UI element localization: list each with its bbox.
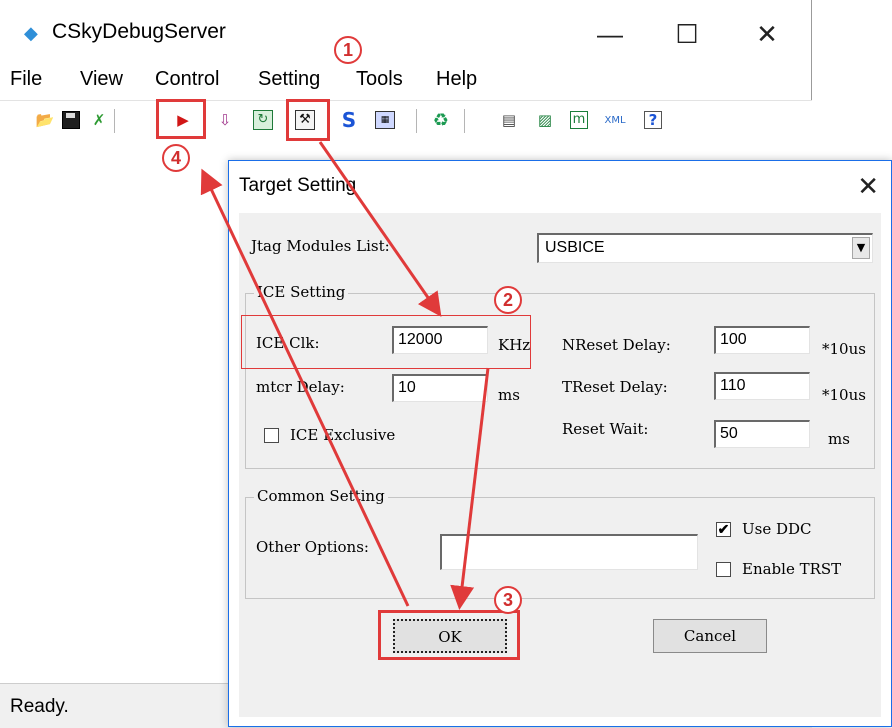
menu-view[interactable]: View	[80, 68, 123, 91]
nreset-delay-label: NReset Delay:	[562, 336, 671, 354]
status-text: Ready.	[10, 696, 69, 717]
treset-delay-label: TReset Delay:	[562, 378, 668, 396]
jtag-modules-select[interactable]: USBICE ▼	[537, 233, 873, 263]
dialog-close-button[interactable]: ✕	[857, 171, 879, 202]
ice-clk-highlight-box	[241, 315, 531, 369]
common-setting-title: Common Setting	[254, 487, 388, 505]
menu-tools[interactable]: Tools	[356, 68, 403, 91]
title-bar[interactable]: ◆ CSkyDebugServer — ☐ ✕	[0, 0, 812, 64]
use-ddc-label: Use DDC	[742, 520, 812, 538]
help-icon[interactable]: ♻	[428, 107, 454, 133]
chevron-down-icon[interactable]: ▼	[852, 237, 870, 259]
close-button[interactable]: ✕	[742, 14, 792, 54]
toolbar: 📂 ✗ ▶ ⇩ ↻ ⚒ S ▦ ♻ ▤ ▨ m XML ?	[0, 100, 812, 146]
minimize-button[interactable]: —	[585, 14, 635, 54]
app-icon: ◆	[24, 23, 38, 43]
dialog-body: Jtag Modules List: USBICE ▼ ICE Setting …	[239, 213, 881, 717]
save-icon[interactable]	[58, 107, 84, 133]
disconnect-icon[interactable]: ✗	[86, 107, 112, 133]
toolbar-separator	[114, 109, 116, 133]
other-options-input[interactable]	[440, 534, 698, 570]
m-icon[interactable]: m	[566, 107, 592, 133]
treset-delay-input[interactable]: 110	[714, 372, 810, 400]
dialog-title: Target Setting	[239, 175, 357, 196]
jtag-modules-value: USBICE	[545, 239, 605, 256]
other-options-label: Other Options:	[256, 538, 369, 556]
mtcr-delay-unit: ms	[498, 386, 520, 404]
toolbar-separator	[464, 109, 466, 133]
reset-wait-input[interactable]: 50	[714, 420, 810, 448]
refresh-icon[interactable]: ↻	[250, 107, 276, 133]
nreset-delay-input[interactable]: 100	[714, 326, 810, 354]
reset-wait-unit: ms	[828, 430, 850, 448]
menu-control[interactable]: Control	[155, 68, 219, 91]
maximize-button[interactable]: ☐	[662, 14, 712, 54]
xml-icon[interactable]: XML	[602, 107, 628, 133]
ice-exclusive-checkbox[interactable]	[264, 428, 279, 443]
about-icon[interactable]: ?	[640, 107, 666, 133]
menu-setting[interactable]: Setting	[258, 68, 320, 91]
step-badge-2: 2	[494, 286, 522, 314]
registers-icon[interactable]: ▤	[496, 107, 522, 133]
window-title: CSkyDebugServer	[52, 20, 226, 43]
ok-highlight-box	[378, 610, 520, 660]
ice-exclusive-label: ICE Exclusive	[290, 426, 396, 444]
download-icon[interactable]: ⇩	[212, 107, 238, 133]
enable-trst-checkbox[interactable]	[716, 562, 731, 577]
menu-help[interactable]: Help	[436, 68, 477, 91]
toolbar-separator	[416, 109, 418, 133]
run-highlight-box	[156, 99, 206, 139]
treset-delay-unit: *10us	[822, 386, 866, 404]
target-setting-highlight-box	[286, 99, 330, 141]
enable-trst-label: Enable TRST	[742, 560, 842, 578]
chart-icon[interactable]: ▨	[532, 107, 558, 133]
ice-setting-title: ICE Setting	[254, 283, 349, 301]
memory-icon[interactable]: ▦	[372, 107, 398, 133]
step-badge-3: 3	[494, 586, 522, 614]
mtcr-delay-input[interactable]: 10	[392, 374, 488, 402]
mtcr-delay-label: mtcr Delay:	[256, 378, 345, 396]
s-icon[interactable]: S	[336, 107, 362, 133]
menu-bar: File View Control Setting Tools Help	[0, 64, 812, 94]
step-badge-4: 4	[162, 144, 190, 172]
menu-file[interactable]: File	[10, 68, 42, 91]
nreset-delay-unit: *10us	[822, 340, 866, 358]
target-setting-dialog: Target Setting ✕ Jtag Modules List: USBI…	[228, 160, 892, 727]
open-folder-icon[interactable]: 📂	[32, 107, 58, 133]
common-setting-group: Common Setting Other Options: ✔ Use DDC …	[245, 487, 875, 599]
step-badge-1: 1	[334, 36, 362, 64]
use-ddc-checkbox[interactable]: ✔	[716, 522, 731, 537]
reset-wait-label: Reset Wait:	[562, 420, 649, 438]
jtag-modules-label: Jtag Modules List:	[251, 237, 390, 255]
cancel-button[interactable]: Cancel	[653, 619, 767, 653]
